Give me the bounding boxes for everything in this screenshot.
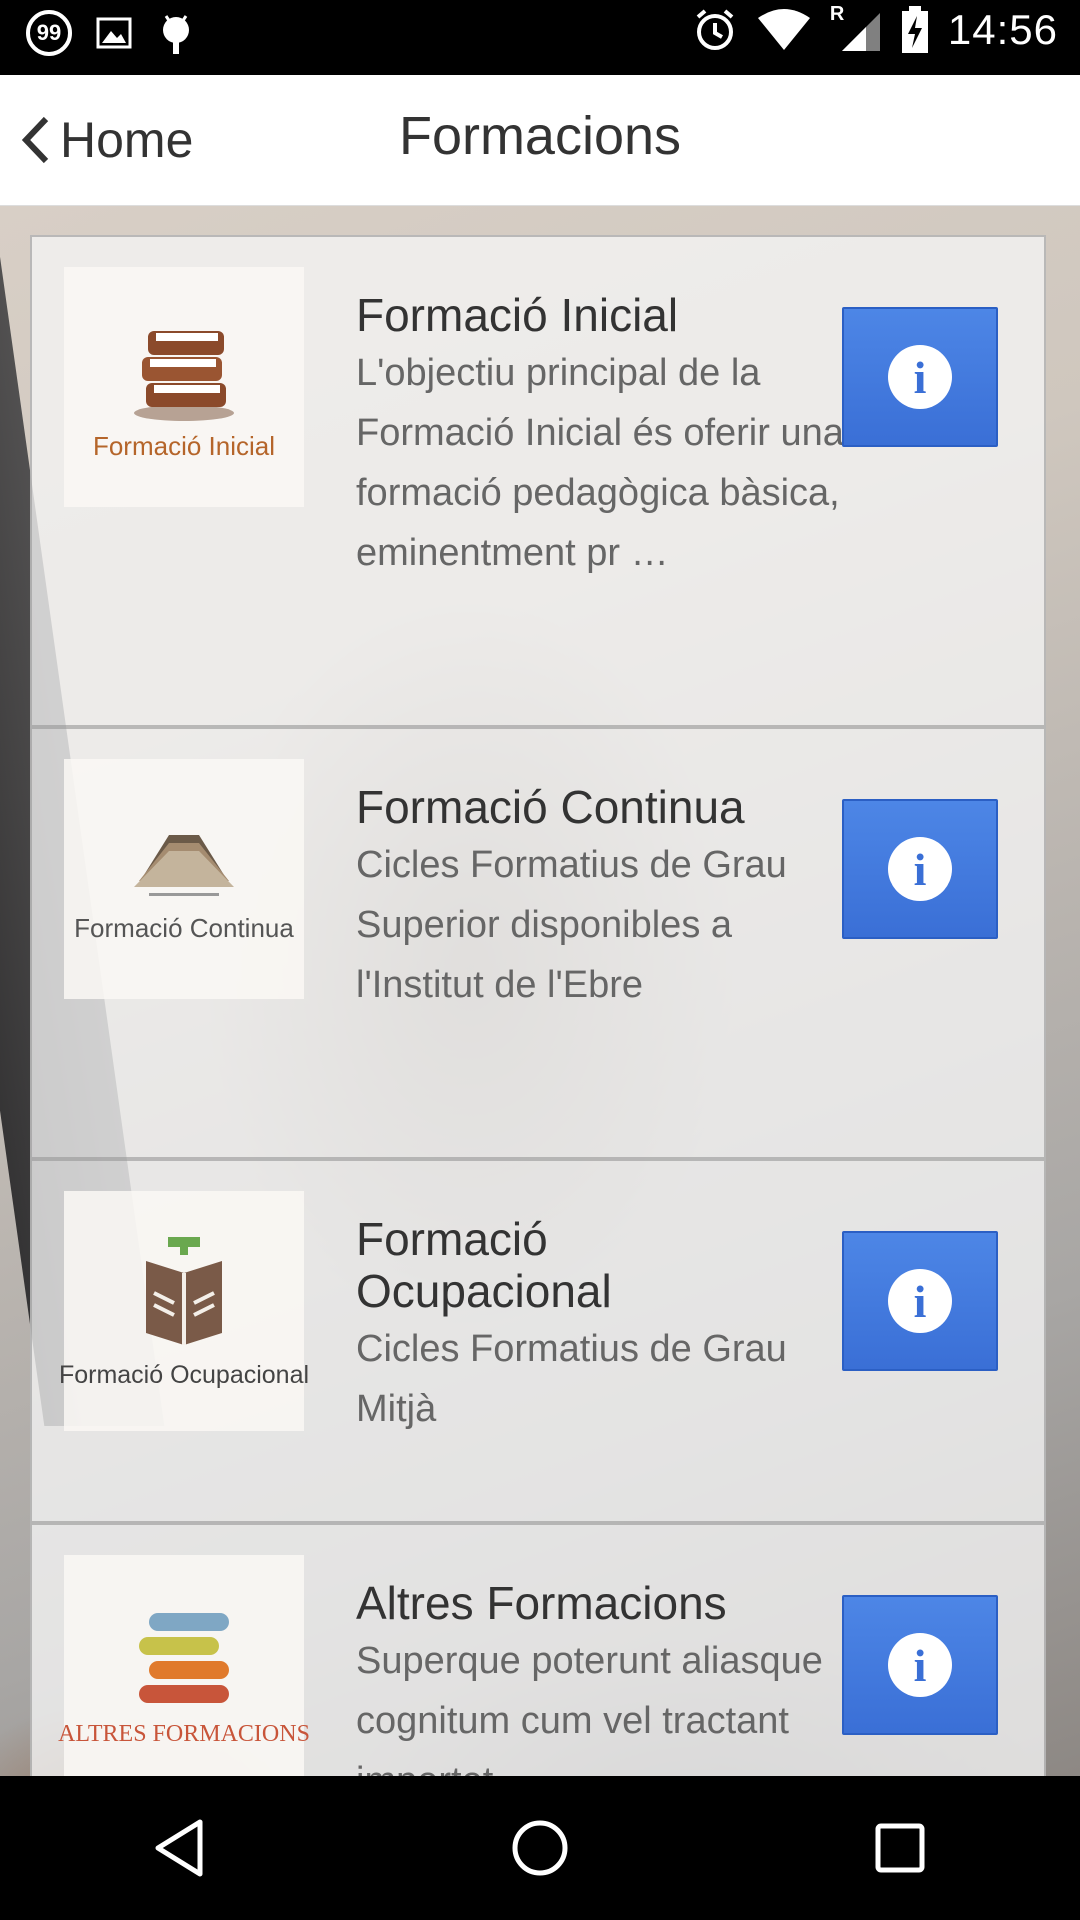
card-title: Formació Ocupacional: [356, 1213, 612, 1317]
list-item[interactable]: ALTRES FORMACIONS Altres Formacions Supe…: [30, 1523, 1046, 1776]
status-time: 14:56: [947, 6, 1058, 53]
page-title: Formacions: [398, 106, 682, 166]
thumbnail-caption: Formació Continua: [74, 912, 294, 943]
notification-count: 99: [36, 20, 62, 45]
card-thumbnail: ALTRES FORMACIONS: [58, 1555, 310, 1776]
formations-list[interactable]: Formació Inicial Formació Inicial L'obje…: [0, 206, 1080, 1776]
recents-square-icon: [875, 1823, 925, 1873]
list-item[interactable]: Formació Continua Formació Continua Cicl…: [30, 727, 1046, 1159]
card-title: Formació Continua: [356, 781, 745, 833]
nav-home-button[interactable]: [480, 1798, 600, 1898]
back-triangle-icon: [155, 1819, 203, 1877]
card-description: L'objectiu principal de la Formació Inic…: [356, 352, 844, 574]
thumbnail-caption: Formació Inicial: [92, 430, 276, 461]
card-title: Altres Formacions: [356, 1577, 727, 1629]
app-bar: Home Formacions: [0, 75, 1080, 206]
card-description: Superque poterunt aliasque cognitum cum …: [356, 1640, 823, 1776]
info-button[interactable]: i: [842, 307, 998, 447]
cell-signal-icon: R: [830, 3, 882, 53]
info-icon: i: [888, 1269, 952, 1333]
list-item[interactable]: Formació Inicial Formació Inicial L'obje…: [30, 235, 1046, 727]
info-button[interactable]: i: [842, 1231, 998, 1371]
notification-count-icon: 99: [26, 10, 72, 56]
status-bar: 99 R 14:56: [0, 0, 1080, 75]
list-item[interactable]: Formació Ocupacional Formació Ocupaciona…: [30, 1159, 1046, 1523]
thumbnail-caption: Formació Ocupacional: [58, 1360, 310, 1389]
info-icon: i: [888, 345, 952, 409]
colored-books-icon: [139, 1612, 229, 1703]
card-thumbnail: Formació Continua: [64, 759, 304, 999]
books-stack-icon: [134, 330, 234, 421]
book-hands-icon: [146, 1236, 222, 1345]
info-icon: i: [888, 1633, 952, 1697]
android-icon: [163, 15, 189, 54]
home-circle-icon: [512, 1820, 568, 1876]
nav-recents-button[interactable]: [840, 1798, 960, 1898]
image-icon: [96, 17, 132, 49]
card-title: Formació Inicial: [356, 289, 679, 341]
thumbnail-caption: ALTRES FORMACIONS: [58, 1720, 310, 1747]
info-button[interactable]: i: [842, 1595, 998, 1735]
card-description: Cicles Formatius de Grau Superior dispon…: [356, 844, 787, 1006]
info-icon: i: [888, 837, 952, 901]
open-book-icon: [134, 834, 234, 896]
info-button[interactable]: i: [842, 799, 998, 939]
wifi-icon: [757, 9, 810, 50]
card-description: Cicles Formatius de Grau Mitjà: [356, 1328, 787, 1430]
alarm-icon: [696, 9, 734, 50]
card-thumbnail: Formació Inicial: [64, 267, 304, 507]
nav-back-button[interactable]: [120, 1798, 240, 1898]
card-thumbnail: Formació Ocupacional: [59, 1191, 309, 1431]
navigation-bar: [0, 1776, 1080, 1920]
battery-charging-icon: [901, 6, 928, 53]
